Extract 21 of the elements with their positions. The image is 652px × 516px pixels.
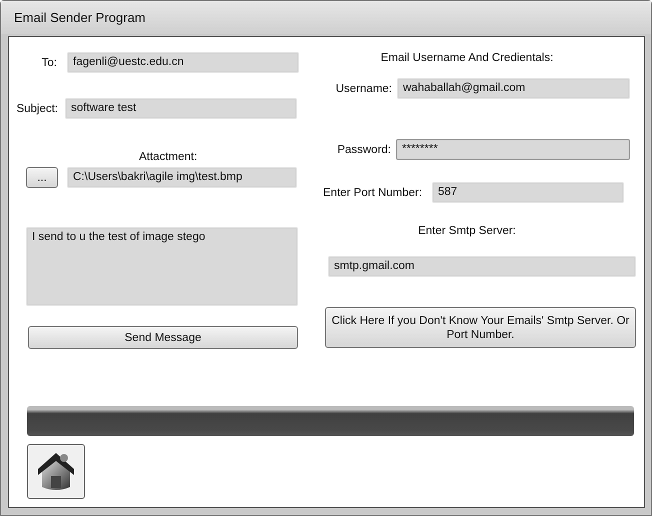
home-button[interactable] xyxy=(27,444,85,498)
help-button[interactable]: Click Here If you Don't Know Your Emails' Smtp Server. Or Port Number. xyxy=(325,307,636,348)
to-field[interactable]: fagenli@uestc.edu.cn xyxy=(67,52,299,73)
send-message-button[interactable]: Send Message xyxy=(28,326,298,349)
password-field[interactable]: ******** xyxy=(396,139,630,160)
smtp-server-label: Enter Smtp Server: xyxy=(417,225,517,237)
username-field[interactable]: wahaballah@gmail.com xyxy=(397,78,630,99)
window-title: Email Sender Program xyxy=(1,1,651,34)
password-label: Password: xyxy=(336,144,391,156)
credentials-heading: Email Username And Credientals: xyxy=(380,52,554,64)
to-label: To: xyxy=(40,56,57,68)
subject-label: Subject: xyxy=(15,102,58,114)
attachment-label: Attactment: xyxy=(139,151,198,163)
browse-button[interactable]: ... xyxy=(26,167,58,188)
port-label: Enter Port Number: xyxy=(323,186,423,198)
attachment-field[interactable]: C:\Users\bakri\agile img\test.bmp xyxy=(67,167,297,188)
port-field[interactable]: 587 xyxy=(432,182,624,203)
username-label: Username: xyxy=(334,82,392,94)
subject-field[interactable]: software test xyxy=(65,98,297,119)
message-field[interactable]: I send to u the test of image stego xyxy=(26,227,298,306)
smtp-server-field[interactable]: smtp.gmail.com xyxy=(328,256,636,277)
